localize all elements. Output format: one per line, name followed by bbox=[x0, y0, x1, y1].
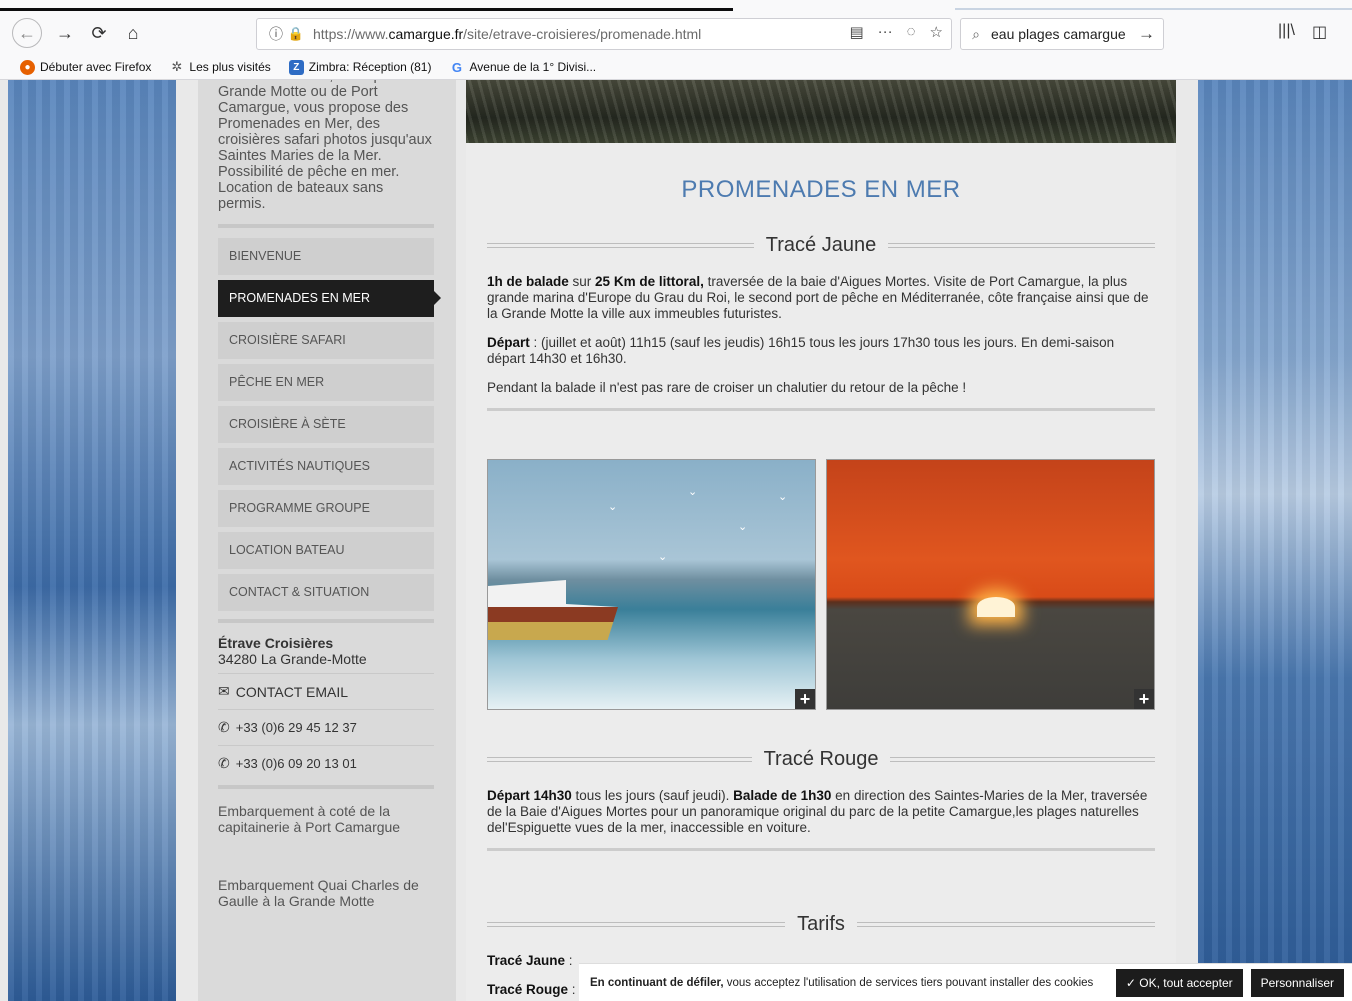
phone-icon: ✆ bbox=[218, 719, 230, 735]
page-title: PROMENADES EN MER bbox=[681, 176, 961, 203]
cookie-banner: En continuant de défiler, vous acceptez … bbox=[579, 963, 1352, 1001]
embark-info: Embarquement à coté de la capitainerie à… bbox=[218, 803, 401, 835]
main-menu: Bienvenue Promenades en mer Croisière sa… bbox=[218, 238, 441, 611]
sidebar-toggle-icon[interactable]: ◫ bbox=[1312, 22, 1327, 42]
bookmark-star-icon[interactable]: ☆ bbox=[930, 23, 943, 41]
bookmark-item[interactable]: ✲ Les plus visités bbox=[169, 59, 270, 75]
divider bbox=[218, 619, 434, 623]
url-text[interactable]: https://www.camargue.fr/site/etrave-croi… bbox=[313, 26, 701, 42]
divider bbox=[218, 785, 434, 789]
menu-item-programme-groupe[interactable]: Programme groupe bbox=[218, 490, 434, 527]
cookie-message: En continuant de défiler, vous acceptez … bbox=[590, 976, 1094, 989]
back-button[interactable]: ← bbox=[12, 18, 42, 48]
menu-item-contact[interactable]: Contact & situation bbox=[218, 574, 434, 611]
gull-icon: ⌄ bbox=[608, 501, 618, 513]
menu-item-croisiere-safari[interactable]: Croisière safari bbox=[218, 322, 434, 359]
gull-icon: ⌄ bbox=[658, 551, 668, 563]
firefox-icon: ● bbox=[20, 59, 35, 75]
menu-item-croisiere-sete[interactable]: Croisière à Sète bbox=[218, 406, 434, 443]
hero-image bbox=[466, 80, 1176, 143]
google-icon: G bbox=[451, 59, 463, 75]
gear-icon: ✲ bbox=[171, 59, 183, 74]
cookie-customize-button[interactable]: Personnaliser bbox=[1250, 968, 1344, 997]
main-content: PROMENADES EN MER Tracé Jaune 1h de bala… bbox=[466, 80, 1176, 1001]
forward-button[interactable]: → bbox=[50, 18, 80, 48]
sun-shape bbox=[977, 597, 1015, 617]
gull-icon: ⌄ bbox=[688, 486, 698, 498]
search-go-icon[interactable]: → bbox=[1138, 24, 1155, 44]
pocket-icon[interactable]: ◌ bbox=[907, 23, 916, 41]
jaune-description: 1h de balade sur 25 Km de littoral, trav… bbox=[487, 274, 1149, 321]
sidebar-intro: Etrave Croisières, au départ de la Grand… bbox=[218, 80, 434, 212]
envelope-icon: ✉ bbox=[218, 683, 230, 699]
photo-sunset[interactable]: + bbox=[826, 459, 1155, 710]
menu-item-bienvenue[interactable]: Bienvenue bbox=[218, 238, 434, 275]
embark-info: Embarquement Quai Charles de Gaulle à la… bbox=[218, 877, 419, 909]
menu-item-activites[interactable]: Activités nautiques bbox=[218, 448, 434, 485]
menu-item-peche[interactable]: Pêche en mer bbox=[218, 364, 434, 401]
phone-link[interactable]: ✆ +33 (0)6 29 45 12 37 bbox=[218, 709, 434, 739]
nav-toolbar: ← → ⟳ ⌂ ⓘ 🔒 https://www.camargue.fr/site… bbox=[0, 16, 1352, 52]
phone-link[interactable]: ✆ +33 (0)6 09 20 13 01 bbox=[218, 745, 434, 775]
background-photo-left bbox=[8, 80, 176, 1001]
search-icon: ⌕ bbox=[972, 25, 980, 42]
boat-shape bbox=[488, 580, 618, 640]
divider bbox=[487, 848, 1155, 851]
bookmark-item[interactable]: G Avenue de la 1° Divisi... bbox=[449, 60, 596, 75]
bookmark-item[interactable]: ● Débuter avec Firefox bbox=[20, 59, 151, 75]
jaune-departures: Départ : (juillet et août) 11h15 (sauf l… bbox=[487, 335, 1115, 366]
tab-indicator bbox=[0, 8, 733, 11]
home-button[interactable]: ⌂ bbox=[118, 18, 148, 48]
search-bar[interactable]: ⌕ eau plages camargue → bbox=[960, 18, 1164, 50]
menu-item-location-bateau[interactable]: Location bateau bbox=[218, 532, 434, 569]
tab-indicator-secondary bbox=[955, 8, 1352, 10]
section-heading: Tracé Jaune bbox=[487, 232, 1155, 258]
background-photo-right bbox=[1198, 80, 1352, 1001]
jaune-note: Pendant la balade il n'est pas rare de c… bbox=[487, 380, 967, 395]
info-icon[interactable]: ⓘ bbox=[265, 24, 287, 44]
divider bbox=[218, 224, 434, 228]
rouge-description: Départ 14h30 tous les jours (sauf jeudi)… bbox=[487, 788, 1148, 835]
sidebar: Etrave Croisières, au départ de la Grand… bbox=[218, 80, 441, 951]
photo-trawler[interactable]: ⌄ ⌄ ⌄ ⌄ ⌄ + bbox=[487, 459, 816, 710]
cookie-accept-button[interactable]: ✓ OK, tout accepter bbox=[1115, 968, 1243, 997]
company-city: 34280 La Grande-Motte bbox=[218, 651, 367, 667]
lock-icon[interactable]: 🔒 bbox=[287, 26, 305, 42]
menu-item-promenades[interactable]: Promenades en mer bbox=[218, 280, 441, 317]
section-heading: Tracé Rouge bbox=[487, 746, 1155, 772]
zoom-plus-icon[interactable]: + bbox=[1134, 689, 1154, 709]
contact-block: Étrave Croisières 34280 La Grande-Motte … bbox=[218, 635, 434, 775]
page-actions-icon[interactable]: ··· bbox=[878, 23, 893, 41]
contact-email-link[interactable]: ✉ CONTACT EMAIL bbox=[218, 673, 434, 703]
web-page: Etrave Croisières, au départ de la Grand… bbox=[0, 80, 1352, 1001]
browser-chrome: ← → ⟳ ⌂ ⓘ 🔒 https://www.camargue.fr/site… bbox=[0, 0, 1352, 80]
gull-icon: ⌄ bbox=[778, 491, 788, 503]
divider bbox=[487, 408, 1155, 411]
bookmarks-toolbar: ● Débuter avec Firefox ✲ Les plus visité… bbox=[0, 56, 1352, 78]
reader-view-icon[interactable]: ▤ bbox=[849, 23, 863, 41]
address-bar[interactable]: ⓘ 🔒 https://www.camargue.fr/site/etrave-… bbox=[256, 18, 952, 50]
phone-icon: ✆ bbox=[218, 755, 230, 771]
reload-button[interactable]: ⟳ bbox=[84, 18, 114, 48]
library-icon[interactable]: |||\ bbox=[1278, 22, 1295, 40]
zoom-plus-icon[interactable]: + bbox=[795, 689, 815, 709]
section-heading: Tarifs bbox=[487, 911, 1156, 937]
bookmark-item[interactable]: Z Zimbra: Réception (81) bbox=[288, 59, 431, 75]
search-input[interactable]: eau plages camargue bbox=[991, 26, 1126, 42]
company-name: Étrave Croisières bbox=[218, 635, 334, 651]
zimbra-icon: Z bbox=[288, 59, 304, 75]
gull-icon: ⌄ bbox=[738, 521, 748, 533]
